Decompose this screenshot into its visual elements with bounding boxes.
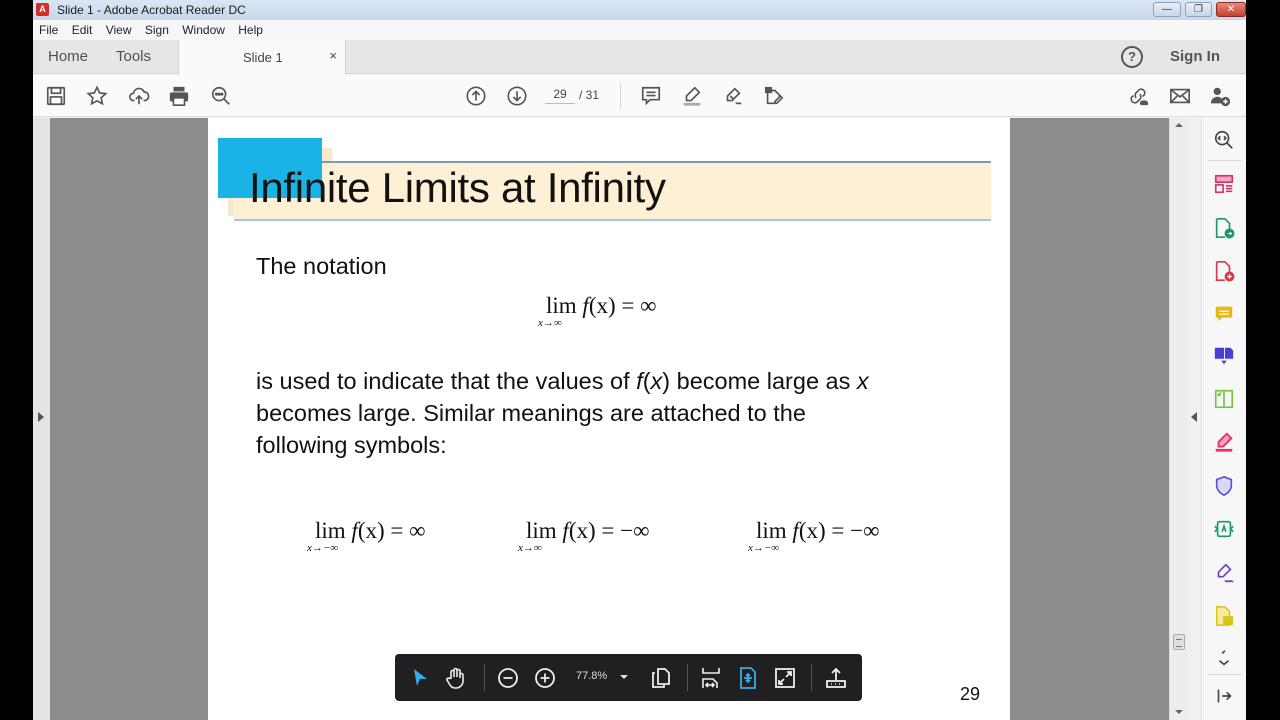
minimize-button[interactable]: — [1153, 2, 1181, 17]
fill-sign-icon[interactable] [721, 84, 745, 108]
request-signature-icon[interactable] [1212, 561, 1236, 585]
tab-bar: Home Tools Slide 1 × ? Sign In [33, 40, 1246, 75]
find-zoom-icon[interactable] [209, 84, 233, 108]
page-up-icon[interactable] [464, 84, 488, 108]
title-bar: A Slide 1 - Adobe Acrobat Reader DC — ❐ … [33, 0, 1246, 20]
sign-in-button[interactable]: Sign In [1170, 48, 1220, 65]
main-formula: lim x→∞ f(x) = ∞ [538, 293, 657, 329]
lim-subscript: x→−∞ [307, 542, 339, 554]
document-viewport[interactable]: Infinite Limits at Infinity The notation… [50, 118, 1169, 720]
acrobat-icon: A [36, 3, 49, 16]
paragraph-line-3: following symbols: [256, 432, 447, 458]
formula-2: lim x→∞ f(x) = −∞ [518, 518, 650, 554]
more-tools-icon[interactable] [1212, 646, 1236, 670]
main-toolbar: 29 / 31 [33, 75, 1246, 117]
share-upload-icon[interactable] [823, 665, 849, 691]
email-icon[interactable] [1168, 84, 1192, 108]
close-window-button[interactable]: ✕ [1216, 2, 1246, 17]
close-tab-icon[interactable]: × [329, 48, 337, 63]
pane-divider [1208, 674, 1241, 675]
fit-width-icon[interactable] [735, 665, 761, 691]
collapse-right-arrow-icon [1191, 412, 1197, 422]
pdf-page: Infinite Limits at Infinity The notation… [208, 118, 1010, 720]
menu-help[interactable]: Help [234, 20, 267, 37]
protect-icon[interactable] [1212, 474, 1236, 498]
pane-divider [1208, 160, 1241, 161]
left-pane-toggle[interactable] [33, 118, 50, 720]
create-pdf-icon[interactable] [1212, 259, 1236, 283]
print-icon[interactable] [167, 84, 191, 108]
fill-sign-tool-icon[interactable] [1212, 430, 1236, 454]
document-tab-label: Slide 1 [243, 50, 283, 65]
add-user-icon[interactable] [1208, 84, 1232, 108]
page-view-icon[interactable] [648, 665, 674, 691]
menu-window[interactable]: Window [178, 20, 229, 37]
zoom-out-icon[interactable] [495, 665, 521, 691]
slide-page-number: 29 [960, 684, 981, 704]
menu-edit[interactable]: Edit [68, 20, 97, 37]
select-arrow-icon[interactable] [407, 665, 433, 691]
bookmark-star-icon[interactable] [85, 84, 109, 108]
zoom-dropdown-icon[interactable] [620, 675, 628, 679]
scroll-thumb[interactable] [1173, 634, 1185, 650]
lim-operator: lim x→∞ [538, 293, 577, 329]
toolbar-divider [484, 664, 485, 691]
help-icon[interactable]: ? [1121, 46, 1143, 68]
save-icon[interactable] [44, 84, 68, 108]
toolbar-divider [687, 664, 688, 691]
restore-button[interactable]: ❐ [1185, 2, 1212, 17]
lim-subscript: x→∞ [518, 542, 542, 554]
paragraph-line-1: is used to indicate that the values of f… [256, 368, 869, 394]
edit-share-icon[interactable] [762, 84, 786, 108]
organize-pages-icon[interactable] [1212, 172, 1236, 196]
page-number-input[interactable]: 29 [545, 87, 575, 104]
acrobat-window: A Slide 1 - Adobe Acrobat Reader DC — ❐ … [33, 0, 1246, 720]
intro-text: The notation [256, 253, 387, 279]
toolbar-divider [620, 83, 621, 109]
toolbar-divider [811, 664, 812, 691]
right-pane-toggle[interactable] [1187, 118, 1201, 720]
zoom-search-icon[interactable] [1212, 128, 1236, 152]
formula-1: lim x→−∞ f(x) = ∞ [307, 518, 426, 554]
upload-cloud-icon[interactable] [127, 84, 151, 108]
scroll-up-arrow-icon[interactable] [1175, 123, 1183, 127]
expand-left-arrow-icon [38, 412, 44, 422]
tab-document[interactable]: Slide 1 × [178, 40, 346, 75]
fullscreen-icon[interactable] [772, 665, 798, 691]
collapse-pane-icon[interactable] [1212, 684, 1236, 708]
lim-subscript: x→∞ [538, 317, 562, 329]
send-review-icon[interactable] [1212, 517, 1236, 541]
menu-sign[interactable]: Sign [141, 20, 173, 37]
window-title: Slide 1 - Adobe Acrobat Reader DC [57, 3, 246, 17]
page-total: / 31 [579, 88, 600, 102]
tab-tools[interactable]: Tools [116, 48, 151, 65]
hand-pan-icon[interactable] [443, 665, 469, 691]
zoom-in-icon[interactable] [532, 665, 558, 691]
comment-tool-icon[interactable] [1212, 302, 1236, 326]
body-paragraph: is used to indicate that the values of f… [256, 365, 976, 461]
share-link-icon[interactable] [1126, 84, 1150, 108]
combine-files-icon[interactable] [1212, 344, 1236, 368]
tools-pane [1201, 118, 1246, 720]
scroll-down-arrow-icon[interactable] [1175, 710, 1183, 714]
vertical-scrollbar[interactable] [1169, 118, 1187, 720]
menu-bar: File Edit View Sign Window Help [33, 20, 1246, 40]
send-track-icon[interactable] [1212, 604, 1236, 628]
paragraph-line-2: becomes large. Similar meanings are atta… [256, 400, 806, 426]
menu-view[interactable]: View [102, 20, 136, 37]
lim-subscript: x→−∞ [748, 542, 780, 554]
page-down-icon[interactable] [505, 84, 529, 108]
comment-icon[interactable] [639, 84, 663, 108]
tab-home[interactable]: Home [48, 48, 88, 65]
highlight-pen-icon[interactable] [680, 84, 704, 108]
menu-file[interactable]: File [33, 20, 62, 37]
floating-page-toolbar: 77.8% [395, 654, 862, 701]
fit-page-icon[interactable] [698, 665, 724, 691]
compress-pdf-icon[interactable] [1212, 387, 1236, 411]
formula-3: lim x→−∞ f(x) = −∞ [748, 518, 880, 554]
slide-title: Infinite Limits at Infinity [249, 164, 666, 211]
zoom-level-value[interactable]: 77.8% [576, 670, 607, 682]
export-pdf-icon[interactable] [1212, 216, 1236, 240]
